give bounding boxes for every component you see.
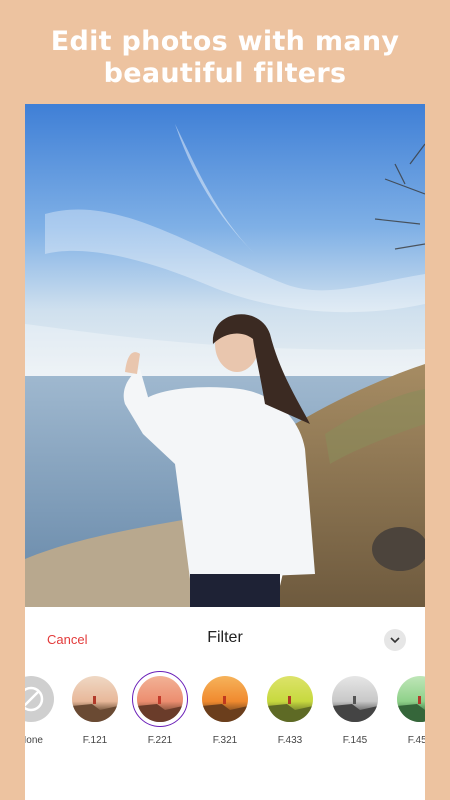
filter-thumb [202, 676, 248, 722]
filter-thumb [397, 676, 425, 722]
promo-headline: Edit photos with many beautiful filters [0, 26, 450, 90]
filter-label: F.221 [147, 735, 173, 746]
filter-strip: None F.121 F.221 F.321 F.433 [25, 667, 425, 800]
filter-thumb [72, 676, 118, 722]
editor-panel: Cancel Filter None F.121 [25, 104, 425, 800]
filter-label: F.121 [82, 735, 108, 746]
filter-toolbar: Cancel Filter [25, 607, 425, 667]
filter-f456[interactable]: F.456 [391, 673, 425, 753]
filter-f121[interactable]: F.121 [66, 673, 124, 753]
no-filter-icon [25, 686, 44, 712]
filter-f433[interactable]: F.433 [261, 673, 319, 753]
filter-thumb [137, 676, 183, 722]
toolbar-title: Filter [207, 629, 243, 646]
collapse-button[interactable] [384, 629, 406, 651]
headline-line-2: beautiful filters [103, 58, 347, 89]
chevron-down-icon [390, 637, 400, 644]
filter-f145[interactable]: F.145 [326, 673, 384, 753]
filter-label: F.456 [407, 735, 425, 746]
filter-thumb-none [25, 676, 54, 722]
filter-label: F.145 [342, 735, 368, 746]
filter-none[interactable]: None [25, 673, 60, 753]
filter-label: F.321 [212, 735, 238, 746]
filter-thumb [267, 676, 313, 722]
filter-f321[interactable]: F.321 [196, 673, 254, 753]
filter-f221[interactable]: F.221 [131, 671, 189, 753]
photo-preview [25, 104, 425, 607]
headline-line-1: Edit photos with many [50, 26, 400, 57]
filter-thumb [332, 676, 378, 722]
filter-label: F.433 [277, 735, 303, 746]
